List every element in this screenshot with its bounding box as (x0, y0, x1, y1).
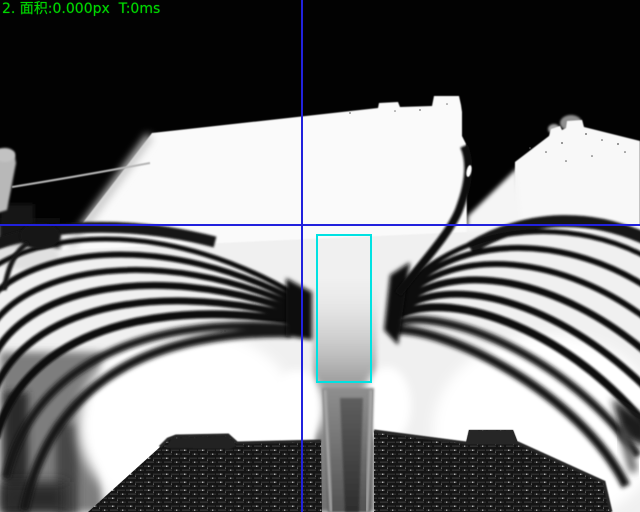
slot-tooth (322, 388, 374, 512)
roi-rectangle[interactable] (316, 234, 372, 383)
vision-inspection-viewport: 2. 面积:0.000px T:0ms (0, 0, 640, 512)
status-text: 2. 面积:0.000px T:0ms (2, 0, 160, 19)
